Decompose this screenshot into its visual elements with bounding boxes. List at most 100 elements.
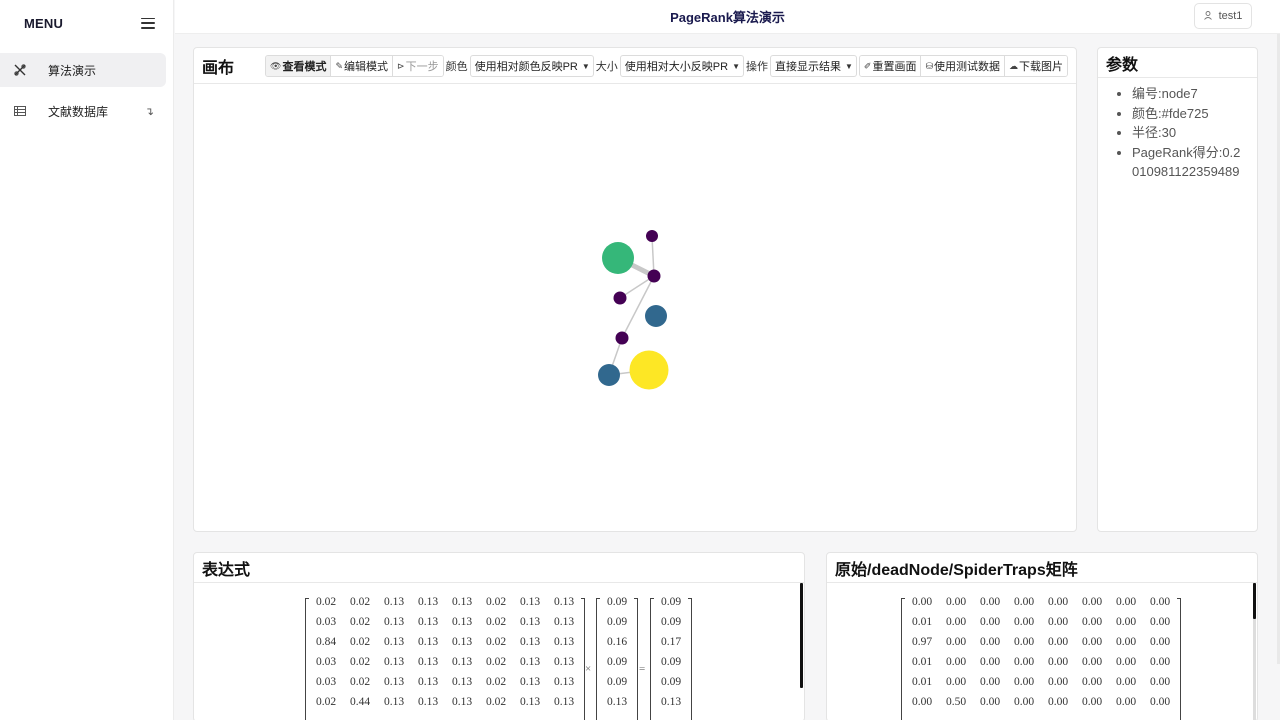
matrix-cell: 0.00 [1047,636,1069,648]
matrix-cell: 0.13 [451,596,473,608]
size-select[interactable]: 使用相对大小反映PR ▼ [619,55,744,77]
spider-matrix-header: 原始/deadNode/SpiderTraps矩阵 [827,553,1257,583]
matrix-cell: 0.13 [417,656,439,668]
matrix-cell: 0.13 [553,676,575,688]
matrix-cell: 0.03 [315,616,337,628]
user-button[interactable]: test1 [1194,3,1252,29]
matrix-cell: 0.00 [1013,636,1035,648]
matrix-row: 0.01 0.00 0.00 0.00 0.00 0.00 0.00 0.00 [905,612,1177,632]
spider-matrix-panel: 原始/deadNode/SpiderTraps矩阵 0.00 0.00 0.00 0.… [826,552,1258,720]
matrix-row: 0.97 0.00 0.00 0.00 0.00 0.00 0.00 0.00 [905,632,1177,652]
graph-node[interactable] [646,230,658,242]
matrix-cell: 0.00 [1081,636,1103,648]
use-test-data-button[interactable]: ⛁ 使用测试数据 [921,56,1005,76]
matrix-row: 0.02 0.44 0.13 0.13 0.13 0.02 0.13 0.13 [309,692,581,712]
next-step-label: 下一步 [405,61,439,73]
matrix-cell: 0.13 [519,676,541,688]
database-icon: ⛁ [925,60,933,71]
operation-select-value: 直接显示结果 [774,61,841,73]
matrix-cell: 0.13 [553,696,575,708]
hamburger-icon[interactable] [141,17,155,29]
matrix-cell: 0.13 [519,696,541,708]
matrix-row: 0.16 [600,632,634,652]
matrix-cell: 0.13 [553,616,575,628]
color-select[interactable]: 使用相对颜色反映PR ▼ [469,55,594,77]
param-pagerank: PageRank得分:0.2010981122359489 [1132,143,1247,182]
operation-select[interactable]: 直接显示结果 ▼ [769,55,857,77]
size-select-value: 使用相对大小反映PR [624,61,729,73]
matrix-row: 0.09 [600,672,634,692]
graph-node[interactable] [598,364,620,386]
graph-node[interactable] [645,305,667,327]
sidebar-item-algorithm-demo[interactable]: 算法演示 [0,53,166,87]
graph-node[interactable] [647,269,661,283]
matrix-row: 0.09 [600,652,634,672]
matrix-cell: 0.00 [1115,636,1137,648]
matrix-cell: 0.02 [349,676,371,688]
matrix-cell: 0.13 [383,676,405,688]
matrix-cell: 0.02 [485,696,507,708]
spider-matrix-title: 原始/deadNode/SpiderTraps矩阵 [835,561,1078,579]
transition-matrix: 0.02 0.02 0.13 0.13 0.13 0.02 0.13 0.13 0.03 0.02… [309,592,581,712]
expand-arrow-icon[interactable]: ↴ [145,105,154,118]
list-icon [14,105,26,117]
matrix-cell: 0.00 [1047,656,1069,668]
edit-mode-button[interactable]: ✎ 编辑模式 [331,56,394,76]
matrix-bracket-left [901,598,905,720]
matrix-cell: 0.09 [606,596,628,608]
matrix-cell: 0.02 [485,676,507,688]
graph-node[interactable] [629,350,669,390]
matrix-row: 0.84 0.02 0.13 0.13 0.13 0.02 0.13 0.13 [309,632,581,652]
matrix-cell: 0.13 [519,656,541,668]
matrix-cell: 0.00 [945,676,967,688]
spider-matrix-scrollbar[interactable] [1253,583,1256,619]
graph-canvas[interactable] [194,85,1076,531]
graph-node[interactable] [613,291,627,305]
expression-scrollbar[interactable] [800,583,803,688]
matrix-cell: 0.13 [519,616,541,628]
expression-panel: 表达式 0.02 0.02 0.13 0.13 0.13 0.02 0.13 0.13 0.03… [193,552,805,720]
canvas-panel: 画布 👁 查看模式 ✎ 编辑模式 ⊳ 下一步 颜色 使用相对颜色反映PR ▼ 大小 使用… [193,47,1077,532]
matrix-cell: 0.09 [606,656,628,668]
matrix-bracket-right [1177,598,1181,720]
view-mode-button[interactable]: 👁 查看模式 [266,56,332,76]
matrix-bracket-right [581,598,585,720]
download-image-button[interactable]: ☁ 下载图片 [1005,56,1067,76]
matrix-cell: 0.00 [945,596,967,608]
matrix-cell: 0.00 [1013,656,1035,668]
matrix-cell: 0.02 [349,636,371,648]
matrix-cell: 0.09 [660,676,682,688]
matrix-cell: 0.02 [349,596,371,608]
matrix-cell: 0.02 [485,656,507,668]
matrix-cell: 0.09 [606,616,628,628]
matrix-cell: 0.09 [660,656,682,668]
expression-header: 表达式 [194,553,804,583]
color-label: 颜色 [445,61,468,73]
next-step-button[interactable]: ⊳ 下一步 [393,56,443,76]
reset-canvas-button[interactable]: ✐ 重置画面 [859,56,922,76]
eye-icon: 👁 [270,60,282,71]
page-title: PageRank算法演示 [670,10,785,25]
graph-node[interactable] [615,331,629,345]
mode-button-group: 👁 查看模式 ✎ 编辑模式 ⊳ 下一步 [265,55,444,77]
matrix-cell: 0.13 [519,596,541,608]
param-color: 颜色:#fde725 [1132,104,1247,124]
username: test1 [1218,10,1243,22]
graph-edge [621,275,655,339]
graph-node[interactable] [602,242,634,274]
params-list: 编号:node7 颜色:#fde725 半径:30 PageRank得分:0.2… [1098,78,1257,182]
matrix-cell: 0.00 [1081,596,1103,608]
action-button-group: ✐ 重置画面 ⛁ 使用测试数据 ☁ 下载图片 [858,55,1068,77]
graph-svg[interactable] [194,85,1076,531]
matrix-row: 0.09 [654,652,688,672]
matrix-cell: 0.00 [945,636,967,648]
matrix-cell: 0.00 [1047,696,1069,708]
matrix-cell: 0.00 [945,616,967,628]
matrix-cell: 0.00 [1115,656,1137,668]
matrix-cell: 0.44 [349,696,371,708]
matrix-cell: 0.00 [1115,616,1137,628]
matrix-cell: 0.03 [315,676,337,688]
expression-title: 表达式 [202,561,251,579]
matrix-cell: 0.13 [553,656,575,668]
sidebar-item-literature-db[interactable]: 文献数据库 ↴ [0,94,166,128]
